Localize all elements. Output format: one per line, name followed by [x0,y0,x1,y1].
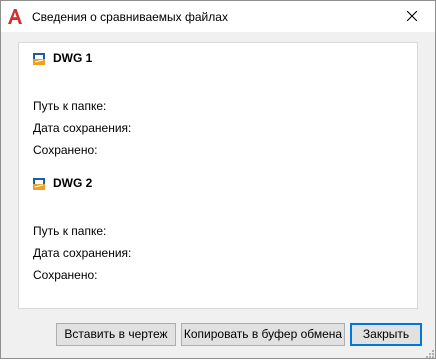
folder-path-label: Путь к папке: [33,99,107,113]
insert-into-drawing-button[interactable]: Вставить в чертеж [56,323,176,346]
file-name: DWG 1 [53,51,93,65]
save-date-label: Дата сохранения: [33,246,132,260]
autocad-logo-icon [8,9,22,24]
saved-by-label: Сохранено: [33,143,98,157]
title-bar: Сведения о сравниваемых файлах [1,1,435,32]
dwg-file-icon [33,178,45,190]
file-name: DWG 2 [53,176,93,190]
close-icon [407,11,417,21]
saved-by-label: Сохранено: [33,268,98,282]
copy-to-clipboard-button[interactable]: Копировать в буфер обмена [181,323,345,346]
resize-grip-icon[interactable] [424,347,434,358]
folder-path-label: Путь к папке: [33,224,107,238]
close-window-button[interactable] [389,1,435,32]
dwg-file-icon [33,53,45,65]
file-info-panel: DWG 1 Путь к папке: Дата сохранения: Сох… [18,42,418,309]
save-date-label: Дата сохранения: [33,121,132,135]
dialog-window: Сведения о сравниваемых файлах DWG 1 Пут… [0,0,436,359]
window-title: Сведения о сравниваемых файлах [32,10,228,24]
close-button[interactable]: Закрыть [350,323,422,346]
